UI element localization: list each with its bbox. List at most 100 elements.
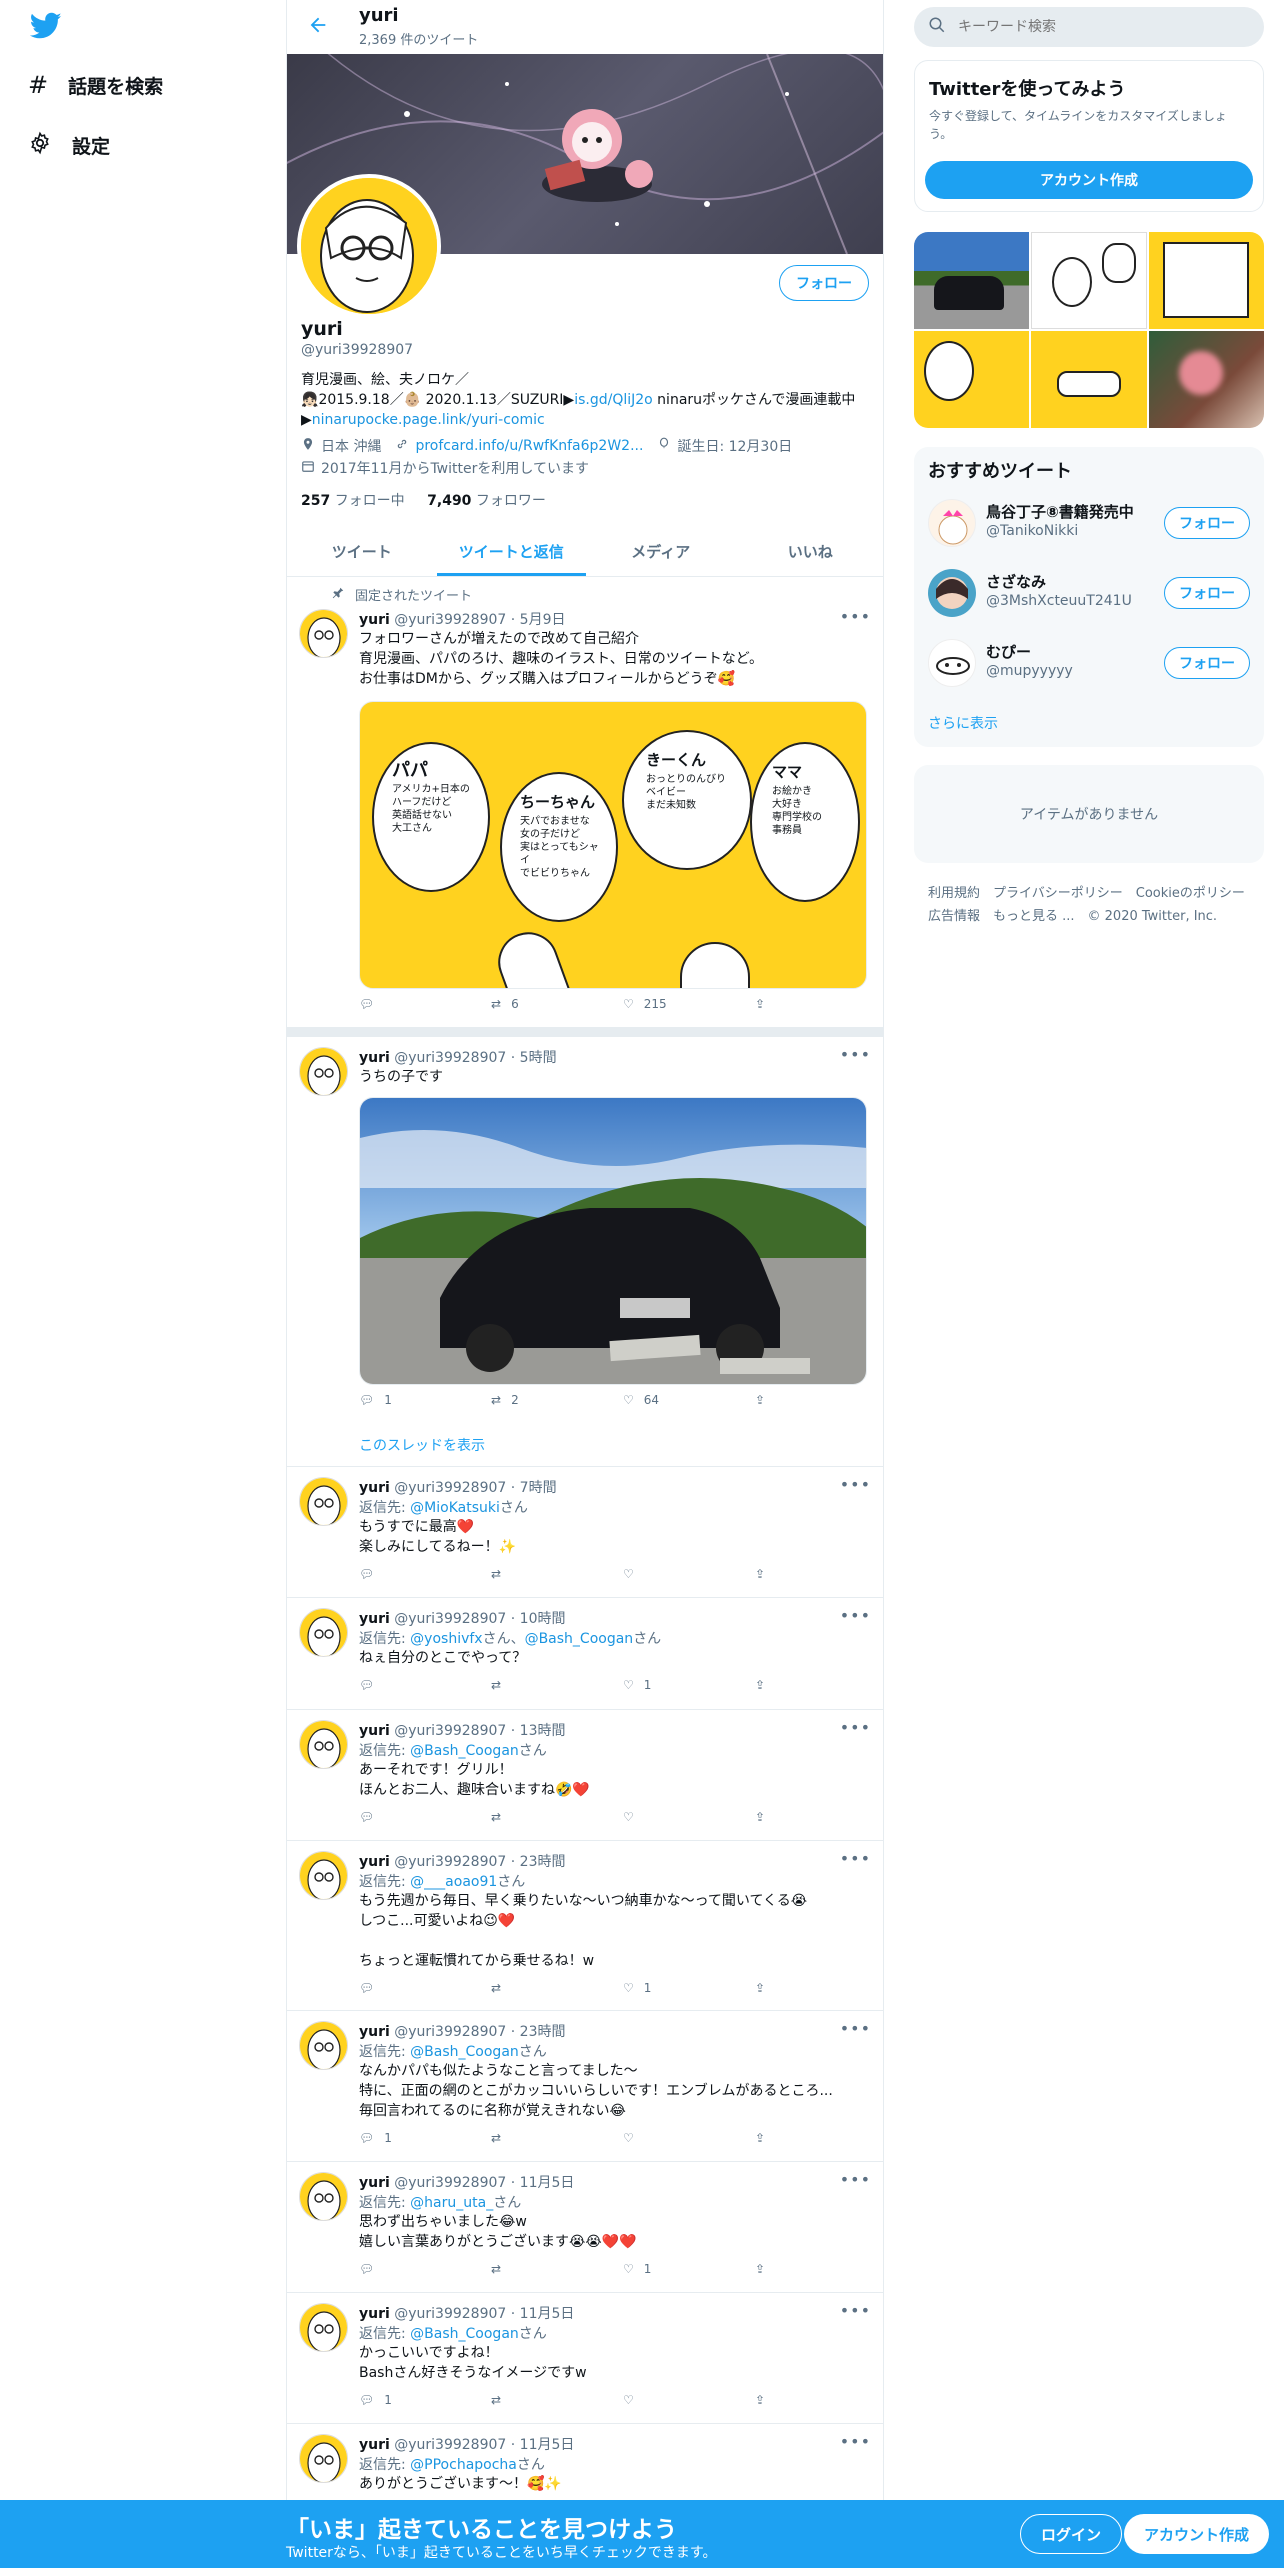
- nav-settings[interactable]: 設定: [28, 125, 110, 165]
- tweet[interactable]: yuri @yuri39928907 · 11月5日 ••• 返信先: @har…: [287, 2162, 883, 2293]
- gallery-thumbnail[interactable]: [914, 331, 1029, 428]
- avatar[interactable]: [928, 569, 976, 617]
- create-account-button[interactable]: アカウント作成: [925, 161, 1253, 199]
- search-input[interactable]: [958, 19, 1238, 35]
- share-button[interactable]: ⇪: [755, 1678, 765, 1692]
- tab-likes[interactable]: いいね: [736, 527, 884, 576]
- gallery-thumbnail[interactable]: [1031, 331, 1147, 428]
- reply-button[interactable]: 💬︎: [359, 1981, 374, 1995]
- tweet[interactable]: yuri @yuri39928907 · 23時間 ••• 返信先: @___a…: [287, 1841, 883, 2011]
- tweet-image-intro-comic[interactable]: パパ アメリカ+日本の ハーフだけど 英語話せない 大工さん ちーちゃん 天パでおませ…: [359, 701, 867, 989]
- more-options-icon[interactable]: •••: [840, 1475, 871, 1494]
- tweet[interactable]: yuri @yuri39928907 · 23時間 ••• 返信先: @Bash…: [287, 2011, 883, 2162]
- more-options-icon[interactable]: •••: [840, 1849, 871, 1868]
- twitter-logo-icon[interactable]: [29, 12, 62, 44]
- tweet-pinned[interactable]: 固定されたツイート yuri @yuri39928907 · 5月9日 ••• …: [287, 577, 883, 1027]
- search-box[interactable]: [914, 7, 1264, 47]
- like-button[interactable]: ♡: [623, 2393, 634, 2407]
- share-button[interactable]: ⇪: [755, 2262, 765, 2276]
- followers-link[interactable]: 7,490 フォロワー: [427, 493, 546, 509]
- like-button[interactable]: ♡: [623, 1567, 634, 1581]
- avatar[interactable]: [299, 1851, 348, 1900]
- gallery-thumbnail[interactable]: [914, 232, 1029, 329]
- like-button[interactable]: ♡ 1: [623, 1678, 651, 1692]
- share-button[interactable]: ⇪: [755, 1981, 765, 1995]
- retweet-button[interactable]: ⇄ 2: [491, 1393, 519, 1407]
- avatar[interactable]: [299, 1608, 348, 1657]
- profile-avatar[interactable]: [297, 174, 441, 318]
- nav-explore[interactable]: # 話題を検索: [28, 65, 163, 105]
- avatar[interactable]: [299, 609, 348, 658]
- mention-link[interactable]: @Bash_Coogan: [410, 1743, 519, 1759]
- create-account-button[interactable]: アカウント作成: [1124, 2514, 1270, 2554]
- share-button[interactable]: ⇪: [755, 2131, 765, 2145]
- avatar[interactable]: [299, 1047, 348, 1096]
- show-more-link[interactable]: さらに表示: [928, 713, 998, 733]
- mention-link[interactable]: @PPochapocha: [410, 2457, 517, 2473]
- reply-button[interactable]: 💬︎: [359, 1810, 374, 1824]
- like-button[interactable]: ♡ 1: [623, 1981, 651, 1995]
- follow-button[interactable]: フォロー: [779, 265, 869, 301]
- like-button[interactable]: ♡ 1: [623, 2262, 651, 2276]
- retweet-button[interactable]: ⇄: [491, 1981, 501, 1995]
- retweet-button[interactable]: ⇄: [491, 2393, 501, 2407]
- mention-link[interactable]: @___aoao91: [410, 1874, 497, 1890]
- recommended-user[interactable]: さざなみ @3MshXcteuuT241U フォロー: [914, 559, 1264, 629]
- avatar[interactable]: [299, 2434, 348, 2483]
- follow-button[interactable]: フォロー: [1164, 507, 1250, 539]
- like-button[interactable]: ♡ 64: [623, 1393, 659, 1407]
- mention-link[interactable]: @MioKatsuki: [410, 1500, 500, 1516]
- more-options-icon[interactable]: •••: [840, 1606, 871, 1625]
- mention-link[interactable]: @yoshivfx: [410, 1631, 482, 1647]
- reply-button[interactable]: 💬︎: [359, 997, 374, 1011]
- retweet-button[interactable]: ⇄: [491, 2131, 501, 2145]
- footer-links[interactable]: 利用規約 プライバシーポリシー Cookieのポリシー: [928, 882, 1245, 901]
- retweet-button[interactable]: ⇄: [491, 1567, 501, 1581]
- avatar[interactable]: [299, 2021, 348, 2070]
- more-options-icon[interactable]: •••: [840, 2432, 871, 2451]
- tweet[interactable]: yuri @yuri39928907 · 13時間 ••• 返信先: @Bash…: [287, 1710, 883, 1841]
- tweet[interactable]: yuri @yuri39928907 · 10時間 ••• 返信先: @yosh…: [287, 1598, 883, 1710]
- tweet-image-car[interactable]: [359, 1097, 867, 1385]
- retweet-button[interactable]: ⇄ 6: [491, 997, 519, 1011]
- reply-button[interactable]: 💬︎: [359, 2262, 374, 2276]
- tab-tweets[interactable]: ツイート: [287, 527, 437, 576]
- tweet[interactable]: yuri @yuri39928907 · 11月5日 ••• 返信先: @Bas…: [287, 2293, 883, 2424]
- tab-tweets-and-replies[interactable]: ツイートと返信: [436, 527, 587, 576]
- avatar[interactable]: [299, 1720, 348, 1769]
- follow-button[interactable]: フォロー: [1164, 577, 1250, 609]
- more-options-icon[interactable]: •••: [840, 1718, 871, 1737]
- reply-button[interactable]: 💬︎ 1: [359, 2393, 392, 2407]
- bio-link-comic[interactable]: ninarupocke.page.link/yuri-comic: [312, 412, 545, 428]
- mention-link[interactable]: @Bash_Coogan: [525, 1631, 634, 1647]
- mention-link[interactable]: @Bash_Coogan: [410, 2044, 519, 2060]
- like-button[interactable]: ♡: [623, 1810, 634, 1824]
- avatar[interactable]: [928, 639, 976, 687]
- reply-button[interactable]: 💬︎: [359, 1678, 374, 1692]
- footer-links[interactable]: 広告情報 もっと見る ... © 2020 Twitter, Inc.: [928, 905, 1217, 924]
- retweet-button[interactable]: ⇄: [491, 1678, 501, 1692]
- avatar[interactable]: [299, 1477, 348, 1526]
- mention-link[interactable]: @Bash_Coogan: [410, 2326, 519, 2342]
- share-button[interactable]: ⇪: [755, 1567, 765, 1581]
- more-options-icon[interactable]: •••: [840, 1045, 871, 1064]
- retweet-button[interactable]: ⇄: [491, 2262, 501, 2276]
- profile-website-link[interactable]: profcard.info/u/RwfKnfa6p2W2...: [415, 438, 643, 454]
- more-options-icon[interactable]: •••: [840, 2019, 871, 2038]
- recommended-user[interactable]: 鳥谷丁子⑧書籍発売中 @TanikoNikki フォロー: [914, 489, 1264, 559]
- avatar[interactable]: [299, 2303, 348, 2352]
- more-options-icon[interactable]: •••: [840, 607, 871, 626]
- reply-button[interactable]: 💬︎ 1: [359, 2131, 392, 2145]
- tweet[interactable]: yuri @yuri39928907 · 5時間 ••• うちの子です 💬︎ 1 …: [287, 1037, 883, 1467]
- avatar[interactable]: [299, 2172, 348, 2221]
- show-thread-link[interactable]: このスレッドを表示: [359, 1435, 485, 1455]
- retweet-button[interactable]: ⇄: [491, 1810, 501, 1824]
- follow-button[interactable]: フォロー: [1164, 647, 1250, 679]
- more-options-icon[interactable]: •••: [840, 2301, 871, 2320]
- reply-button[interactable]: 💬︎: [359, 1567, 374, 1581]
- gallery-thumbnail[interactable]: [1149, 232, 1264, 329]
- like-button[interactable]: ♡: [623, 2131, 634, 2145]
- bio-link-suzuri[interactable]: is.gd/QliJ2o: [574, 392, 653, 408]
- share-button[interactable]: ⇪: [755, 997, 765, 1011]
- login-button[interactable]: ログイン: [1020, 2514, 1123, 2554]
